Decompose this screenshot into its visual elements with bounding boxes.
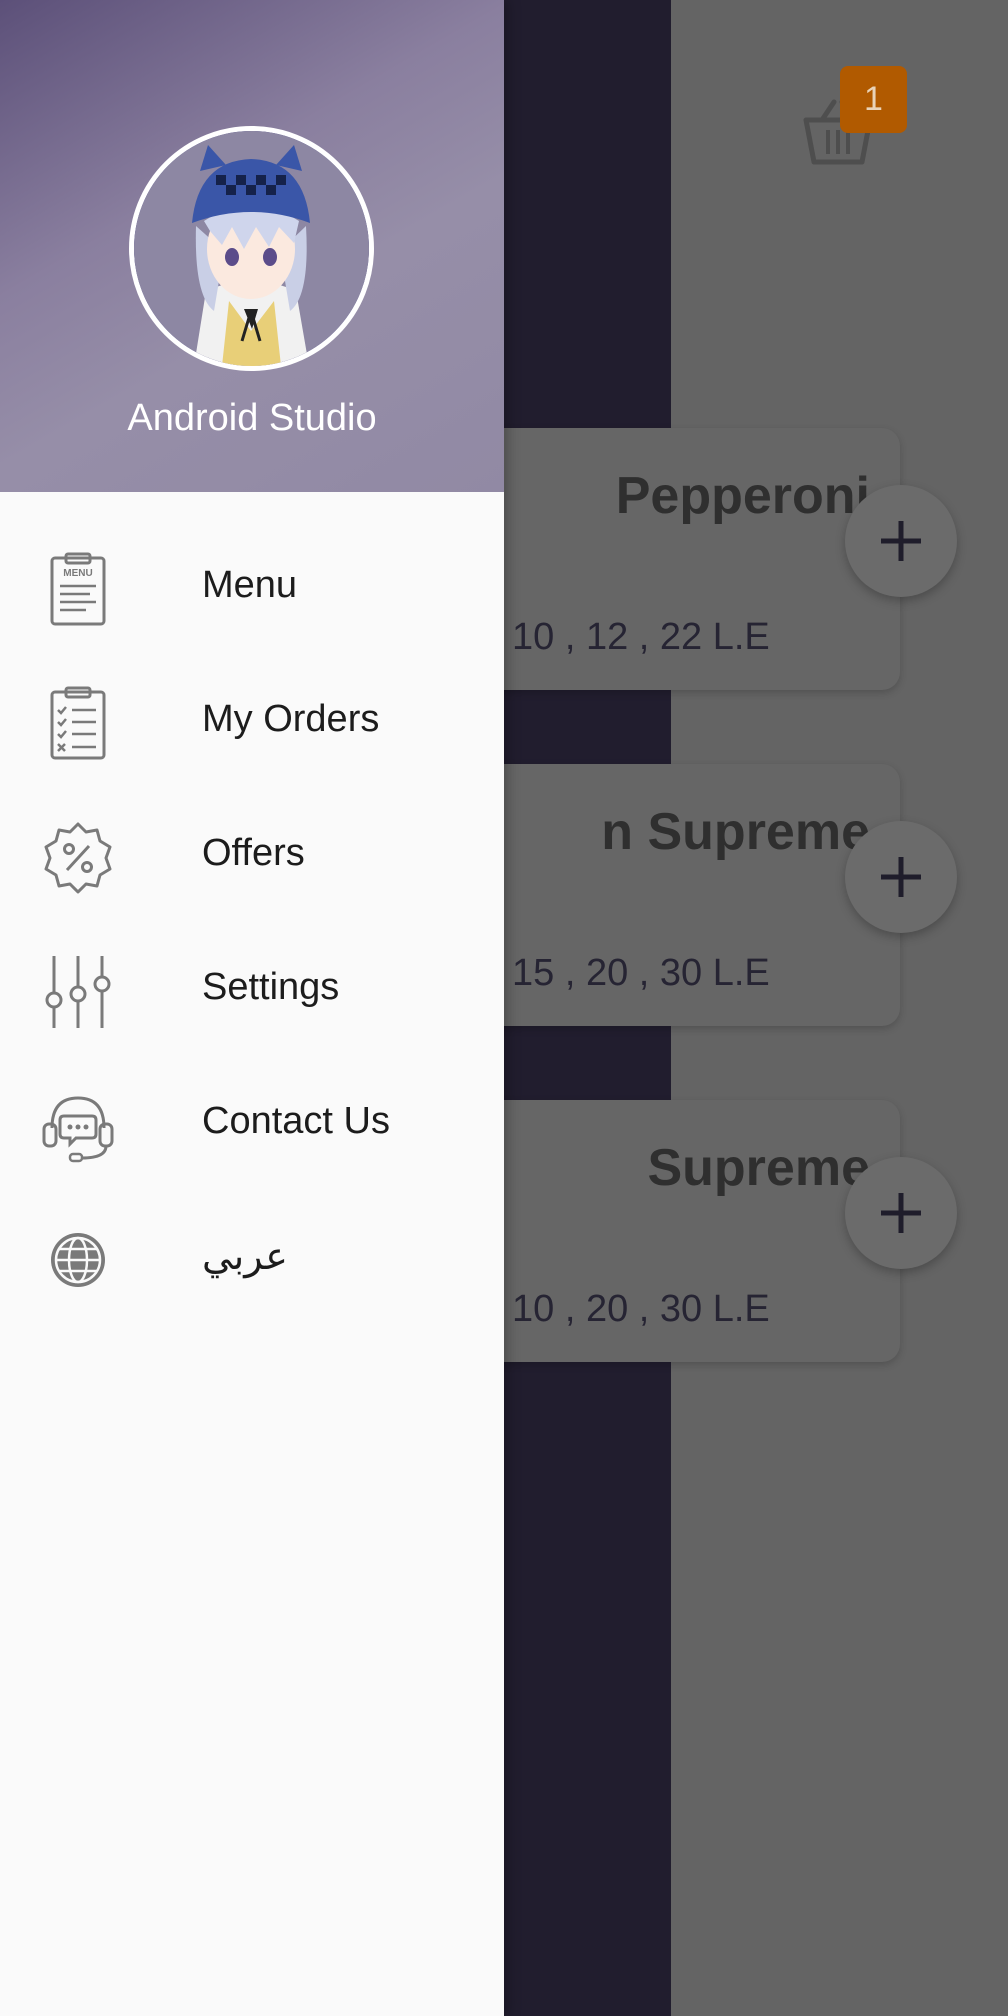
drawer-item-label: عربي (202, 1236, 288, 1278)
headset-icon (42, 1096, 114, 1163)
drawer-item-settings[interactable]: Settings (0, 919, 504, 1053)
drawer-item-label: Menu (202, 564, 298, 606)
orders-clipboard-icon (50, 686, 106, 760)
drawer-item-my-orders[interactable]: My Orders (0, 651, 504, 785)
drawer-item-offers[interactable]: Offers (0, 785, 504, 919)
globe-icon (51, 1233, 105, 1287)
navigation-drawer: Android Studio MENU Menu My Orders Offer… (0, 0, 504, 2016)
plus-icon (881, 857, 921, 897)
product-price: 15 , 20 , 30 L.E (512, 952, 770, 994)
drawer-item-label: Contact Us (202, 1100, 390, 1142)
product-title: Supreme (647, 1139, 870, 1197)
cart-count-badge: 1 (840, 66, 907, 133)
menu-clipboard-icon: MENU (50, 552, 106, 626)
drawer-item-menu[interactable]: MENU Menu (0, 517, 504, 651)
plus-icon (881, 521, 921, 561)
drawer-header: Android Studio (0, 0, 504, 492)
product-title: n Supreme (601, 803, 870, 861)
product-card[interactable]: n Supreme 15 , 20 , 30 L.E (440, 764, 900, 1026)
product-title: Pepperoni (615, 467, 870, 525)
drawer-item-label: Offers (202, 832, 305, 874)
drawer-item-contact-us[interactable]: Contact Us (0, 1053, 504, 1187)
product-price: 10 , 20 , 30 L.E (512, 1288, 770, 1330)
add-to-cart-button[interactable] (845, 485, 957, 597)
product-card[interactable]: Supreme 10 , 20 , 30 L.E (440, 1100, 900, 1362)
product-price: 10 , 12 , 22 L.E (512, 616, 770, 658)
percent-badge-icon (44, 822, 112, 894)
product-card[interactable]: Pepperoni 10 , 12 , 22 L.E (440, 428, 900, 690)
add-to-cart-button[interactable] (845, 1157, 957, 1269)
avatar[interactable] (129, 126, 374, 371)
drawer-item-language[interactable]: عربي (0, 1187, 504, 1321)
user-name: Android Studio (127, 397, 377, 439)
drawer-item-label: My Orders (202, 698, 380, 740)
sliders-icon (45, 956, 111, 1028)
drawer-item-label: Settings (202, 966, 340, 1008)
plus-icon (881, 1193, 921, 1233)
add-to-cart-button[interactable] (845, 821, 957, 933)
svg-text:MENU: MENU (63, 568, 92, 579)
